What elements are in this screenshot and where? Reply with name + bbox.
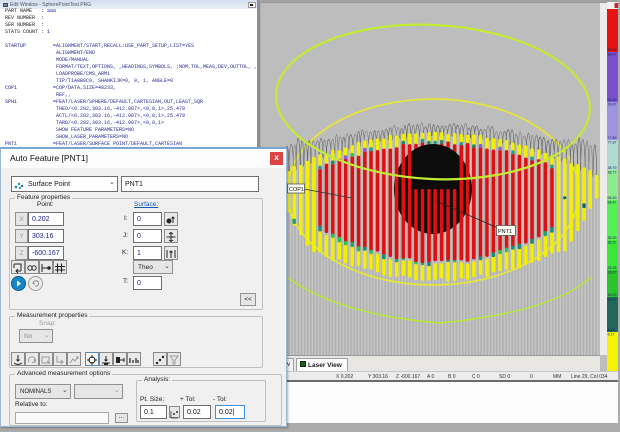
svg-text:COP1: COP1 (289, 187, 304, 193)
svg-text:77.89: 77.89 (608, 136, 617, 140)
svg-text:89.67: 89.67 (608, 53, 617, 57)
svg-text:38.79: 38.79 (608, 166, 617, 170)
svg-text:18.29: 18.29 (608, 293, 617, 297)
svg-text:39.67: 39.67 (608, 103, 617, 107)
svg-text:28.37: 28.37 (608, 271, 617, 275)
svg-text:58.49: 58.49 (608, 196, 617, 200)
svg-text:58.47: 58.47 (608, 201, 617, 205)
svg-text:PNT1: PNT1 (498, 229, 512, 235)
svg-text:18.27: 18.27 (608, 298, 617, 302)
svg-text:38.77: 38.77 (608, 171, 617, 175)
svg-text:39.69: 39.69 (608, 98, 617, 102)
svg-text:38.39: 38.39 (608, 236, 617, 240)
svg-text:77.87: 77.87 (608, 141, 617, 145)
svg-text:8.17: 8.17 (608, 333, 615, 337)
svg-text:28.39: 28.39 (608, 266, 617, 270)
svg-text:8.19: 8.19 (608, 328, 615, 332)
svg-text:38.37: 38.37 (608, 241, 617, 245)
svg-text:89.69: 89.69 (608, 48, 617, 52)
